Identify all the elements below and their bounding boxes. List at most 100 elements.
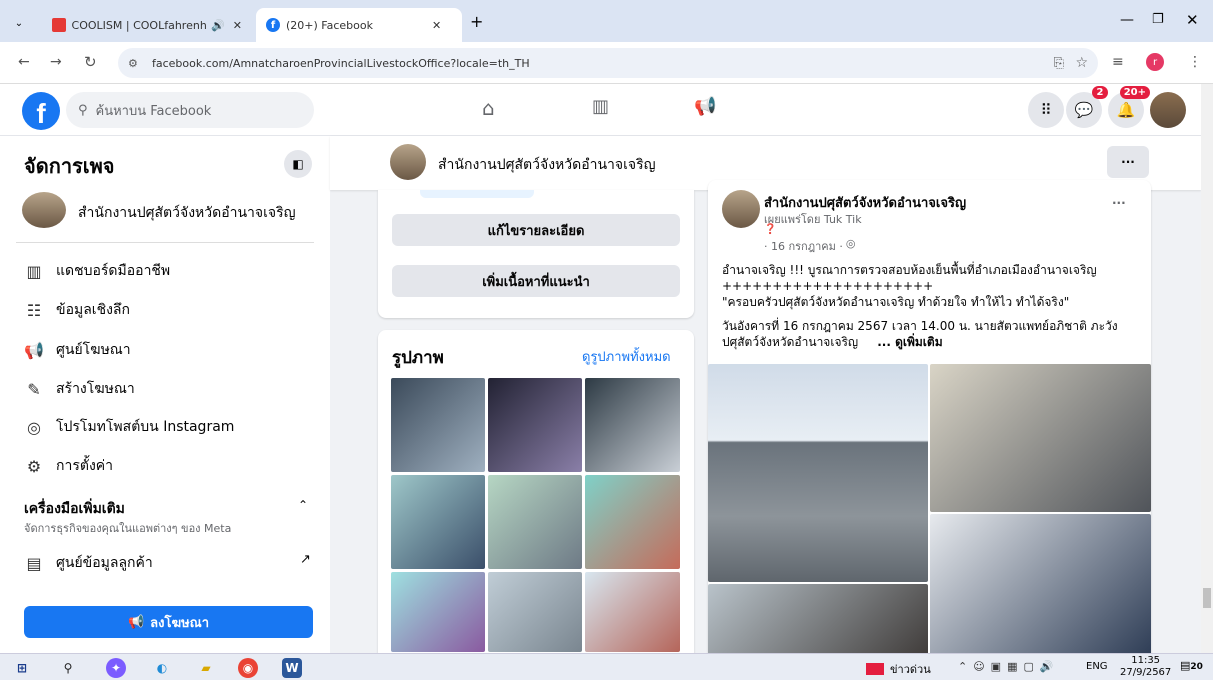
megaphone-icon: 📢 xyxy=(24,340,44,360)
reload-icon[interactable]: ↻ xyxy=(84,53,97,71)
chrome-icon[interactable]: ◉ xyxy=(238,658,258,678)
chevron-up-icon[interactable]: ⌃ xyxy=(298,498,308,512)
file-explorer-icon[interactable]: ▰ xyxy=(196,658,216,678)
reading-list-icon[interactable]: ≡ xyxy=(1112,54,1124,70)
page-avatar[interactable] xyxy=(22,192,66,228)
tab-list-icon[interactable]: ⌄ xyxy=(8,12,30,34)
coolism-favicon-icon xyxy=(52,18,66,32)
facebook-logo-icon[interactable]: f xyxy=(22,92,60,130)
post-more-button[interactable]: ··· xyxy=(1112,196,1126,210)
notification-center-icon[interactable]: ▤20 xyxy=(1180,659,1203,672)
facebook-favicon-icon: f xyxy=(266,18,280,32)
copilot-icon[interactable]: ✦ xyxy=(106,658,126,678)
system-tray-icons[interactable]: ⌃☺▣▦▢🔊 xyxy=(958,660,1060,673)
tab-coolism[interactable]: COOLISM | COOLfahrenheit 🔊 ✕ xyxy=(42,8,252,42)
sidebar-item-ad-center[interactable]: 📢 ศูนย์โฆษณา xyxy=(24,339,131,361)
page-title[interactable]: สำนักงานปศุสัตว์จังหวัดอำนาจเจริญ xyxy=(438,154,656,176)
external-link-icon[interactable]: ↗ xyxy=(300,552,311,567)
insights-icon: ☷ xyxy=(26,300,42,320)
manage-page-sidebar: จัดการเพจ ◧ สำนักงานปศุสัตว์จังหวัดอำนาจ… xyxy=(0,136,330,653)
post-photo[interactable] xyxy=(930,514,1151,660)
url-text: facebook.com/AmnatcharoenProvincialLives… xyxy=(152,56,530,70)
close-window-icon[interactable]: ✕ xyxy=(1186,11,1199,29)
photo-thumbnail[interactable] xyxy=(585,475,680,569)
forward-icon[interactable]: → xyxy=(50,54,62,70)
photo-thumbnail[interactable] xyxy=(488,572,582,652)
add-featured-button[interactable]: เพิ่มเนื้อหาที่แนะนำ xyxy=(392,265,680,297)
post-photo[interactable] xyxy=(708,584,928,660)
site-info-icon[interactable]: ⚙ xyxy=(128,57,138,70)
photo-thumbnail[interactable] xyxy=(585,572,680,652)
megaphone-icon: 📢 xyxy=(127,614,145,630)
news-widget[interactable]: ข่าวด่วน xyxy=(866,660,931,678)
scrollbar-thumb[interactable] xyxy=(1203,588,1211,608)
tab-facebook[interactable]: f (20+) Facebook ✕ xyxy=(256,8,462,42)
globe-icon: ◎ xyxy=(845,237,856,250)
word-icon[interactable]: W xyxy=(282,658,302,678)
sidebar-item-dashboard[interactable]: ▥ แดชบอร์ดมืออาชีพ xyxy=(24,260,170,282)
minimize-icon[interactable]: — xyxy=(1120,12,1134,28)
tab-close-icon[interactable]: ✕ xyxy=(432,19,441,32)
news-label: ข่าวด่วน xyxy=(890,663,931,676)
search-placeholder: ค้นหาบน Facebook xyxy=(95,103,212,119)
search-icon[interactable]: ⚲ xyxy=(58,658,78,678)
browser-menu-icon[interactable]: ⋮ xyxy=(1188,54,1202,70)
details-tag xyxy=(420,190,534,198)
photo-thumbnail[interactable] xyxy=(391,475,485,569)
edge-icon[interactable]: ◐ xyxy=(152,658,172,678)
tab-label: (20+) Facebook xyxy=(286,18,373,32)
menu-grid-icon[interactable]: ⠿ xyxy=(1028,92,1064,128)
facebook-header: f ⚲ ค้นหาบน Facebook ⌂ ▥ 📢 ⠿ 💬 2 🔔 20+ xyxy=(0,84,1201,136)
profile-avatar-icon[interactable]: r xyxy=(1146,53,1164,71)
photo-thumbnail[interactable] xyxy=(488,378,582,472)
restore-icon[interactable]: ❐ xyxy=(1152,12,1164,27)
sidebar-title: จัดการเพจ xyxy=(24,154,115,178)
post-date[interactable]: · 16 กรกฎาคม · xyxy=(764,237,843,255)
sidebar-item-customer-center[interactable]: ▤ ศูนย์ข้อมูลลูกค้า xyxy=(24,552,152,574)
photo-thumbnail[interactable] xyxy=(585,378,680,472)
sidebar-item-insights[interactable]: ☷ ข้อมูลเชิงลึก xyxy=(24,299,130,321)
photo-thumbnail[interactable] xyxy=(391,572,485,652)
windows-start-icon[interactable]: ⊞ xyxy=(12,658,32,678)
sidebar-item-create-ad[interactable]: ✎ สร้างโฆษณา xyxy=(24,378,134,400)
home-icon[interactable]: ⌂ xyxy=(482,96,495,120)
page-avatar[interactable] xyxy=(390,144,426,180)
edit-details-button[interactable]: แก้ไขรายละเอียด xyxy=(392,214,680,246)
sidebar-item-settings[interactable]: ⚙ การตั้งค่า xyxy=(24,455,113,477)
collapse-sidebar-icon[interactable]: ◧ xyxy=(284,150,312,178)
sidebar-page-name[interactable]: สำนักงานปศุสัตว์จังหวัดอำนาจเจริญ xyxy=(78,202,296,224)
see-all-photos-link[interactable]: ดูรูปภาพทั้งหมด xyxy=(582,346,671,367)
promote-button[interactable]: 📢 ลงโฆษณา xyxy=(24,606,313,638)
page-more-button[interactable]: ··· xyxy=(1107,146,1149,178)
clock[interactable]: 11:35 27/9/2567 xyxy=(1120,655,1171,679)
install-app-icon[interactable]: ⎘ xyxy=(1054,56,1064,71)
messenger-icon[interactable]: 💬 2 xyxy=(1066,86,1108,128)
details-card: แก้ไขรายละเอียด เพิ่มเนื้อหาที่แนะนำ xyxy=(378,190,694,318)
divider xyxy=(16,242,314,243)
more-tools-title: เครื่องมือเพิ่มเติม xyxy=(24,501,125,517)
post-author-avatar[interactable] xyxy=(722,190,760,228)
new-tab-icon[interactable]: + xyxy=(470,12,483,31)
account-avatar[interactable] xyxy=(1150,92,1186,128)
post-line: ปศุสัตว์จังหวัดอำนาจเจริญ ... ดูเพิ่มเติ… xyxy=(722,334,1142,350)
photo-thumbnail[interactable] xyxy=(391,378,485,472)
professional-dashboard-icon[interactable]: ▥ xyxy=(592,96,609,117)
language-indicator[interactable]: ENG xyxy=(1086,661,1108,672)
photo-thumbnail[interactable] xyxy=(488,475,582,569)
post-card: สำนักงานปศุสัตว์จังหวัดอำนาจเจริญ เผยแพร… xyxy=(708,180,1151,660)
tab-close-icon[interactable]: ✕ xyxy=(233,19,242,32)
ads-megaphone-icon[interactable]: 📢 xyxy=(694,96,716,117)
back-icon[interactable]: ← xyxy=(18,54,30,70)
post-photo[interactable] xyxy=(708,364,928,582)
question-icon[interactable]: ❓ xyxy=(764,224,776,235)
sidebar-item-instagram[interactable]: ◎ โปรโมทโพสต์บน Instagram xyxy=(24,416,234,438)
url-bar[interactable]: ⚙ facebook.com/AmnatcharoenProvincialLiv… xyxy=(118,48,1098,78)
notifications-icon[interactable]: 🔔 20+ xyxy=(1108,86,1150,128)
bookmark-star-icon[interactable]: ☆ xyxy=(1075,55,1088,71)
post-photo[interactable] xyxy=(930,364,1151,512)
page-scrollbar[interactable] xyxy=(1201,84,1213,653)
more-tools-subtitle: จัดการธุรกิจของคุณในแอพต่างๆ ของ Meta xyxy=(24,522,232,535)
see-more-link[interactable]: ... ดูเพิ่มเติม xyxy=(877,335,942,349)
search-input[interactable]: ⚲ ค้นหาบน Facebook xyxy=(66,92,314,128)
notifications-badge: 20+ xyxy=(1119,86,1150,99)
